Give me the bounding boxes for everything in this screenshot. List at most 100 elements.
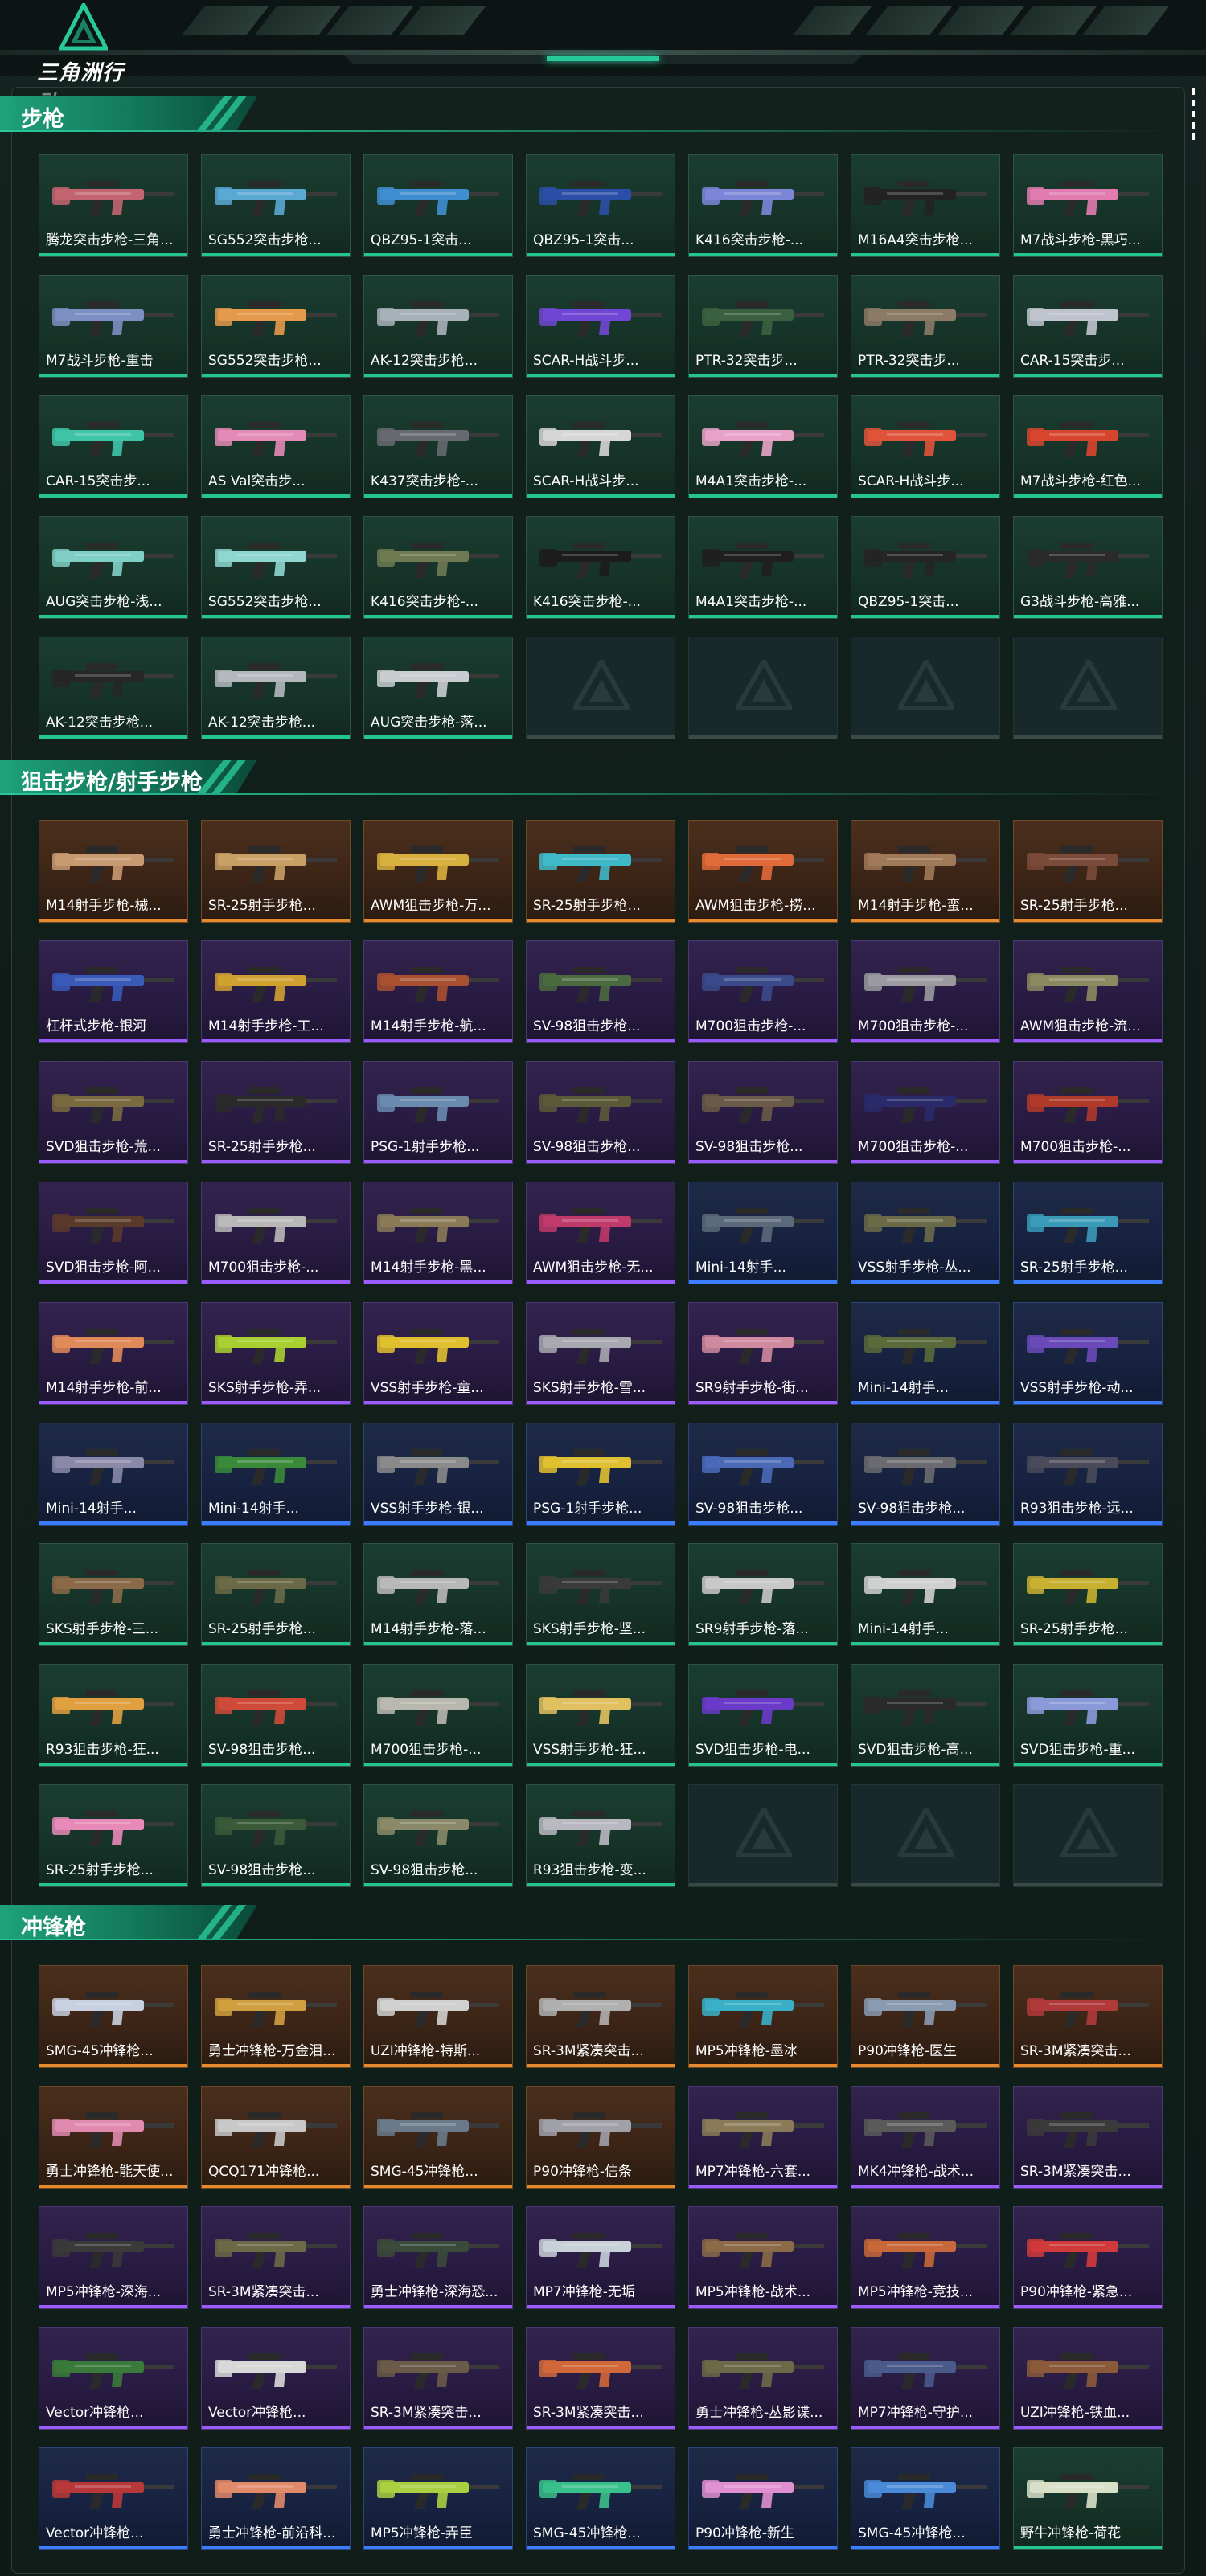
weapon-card[interactable]: CAR-15突击步...	[39, 395, 188, 498]
weapon-card[interactable]: SMG-45冲锋枪...	[363, 2086, 513, 2189]
weapon-card[interactable]: MP5冲锋枪-竞技...	[851, 2206, 1000, 2309]
weapon-card[interactable]: VSS射手步枪-丛...	[851, 1182, 1000, 1284]
weapon-card[interactable]: 勇士冲锋枪-前沿科...	[201, 2447, 351, 2550]
weapon-card[interactable]: Mini-14射手...	[851, 1302, 1000, 1405]
weapon-card[interactable]: K416突击步枪-...	[363, 516, 513, 619]
weapon-card[interactable]: Vector冲锋枪...	[39, 2447, 188, 2550]
weapon-card[interactable]: M14射手步枪-械...	[39, 820, 188, 923]
weapon-card[interactable]: PSG-1射手步枪...	[363, 1061, 513, 1164]
weapon-card[interactable]: M14射手步枪-落...	[363, 1543, 513, 1646]
weapon-card[interactable]: AK-12突击步枪...	[39, 637, 188, 739]
weapon-card[interactable]: M14射手步枪-前...	[39, 1302, 188, 1405]
weapon-card[interactable]: Mini-14射手...	[39, 1423, 188, 1526]
weapon-card[interactable]: MK4冲锋枪-战术...	[851, 2086, 1000, 2189]
weapon-card[interactable]: 勇士冲锋枪-深海恐...	[363, 2206, 513, 2309]
weapon-card[interactable]: 勇士冲锋枪-能天使...	[39, 2086, 188, 2189]
weapon-card[interactable]: P90冲锋枪-医生	[851, 1965, 1000, 2068]
weapon-card[interactable]: SVD狙击步枪-高...	[851, 1664, 1000, 1767]
weapon-card[interactable]: PTR-32突击步...	[851, 275, 1000, 378]
scroll-indicator[interactable]	[1192, 88, 1195, 145]
weapon-card[interactable]: R93狙击步枪-变...	[526, 1784, 675, 1887]
weapon-card[interactable]: SR-25射手步枪...	[201, 1543, 351, 1646]
weapon-card[interactable]: SR-25射手步枪...	[526, 820, 675, 923]
weapon-card[interactable]: M14射手步枪-航...	[363, 940, 513, 1043]
weapon-card[interactable]: M14射手步枪-黑...	[363, 1182, 513, 1284]
weapon-card[interactable]: Vector冲锋枪...	[39, 2327, 188, 2430]
weapon-card[interactable]: M700狙击步枪-...	[688, 940, 838, 1043]
weapon-card[interactable]: M7战斗步枪-红色...	[1013, 395, 1163, 498]
weapon-card[interactable]: UZI冲锋枪-铁血...	[1013, 2327, 1163, 2430]
weapon-card[interactable]: UZI冲锋枪-特斯...	[363, 1965, 513, 2068]
weapon-card[interactable]: SV-98狙击步枪...	[201, 1784, 351, 1887]
weapon-card[interactable]: VSS射手步枪-狂...	[526, 1664, 675, 1767]
weapon-card[interactable]: SR-25射手步枪...	[1013, 1182, 1163, 1284]
game-logo[interactable]: 三角洲行动	[32, 3, 145, 115]
weapon-card[interactable]: K416突击步枪-...	[526, 516, 675, 619]
weapon-card[interactable]: AUG突击步枪-浅...	[39, 516, 188, 619]
weapon-card[interactable]: P90冲锋枪-紧急...	[1013, 2206, 1163, 2309]
weapon-card[interactable]: Vector冲锋枪...	[201, 2327, 351, 2430]
weapon-card[interactable]: SV-98狙击步枪...	[688, 1423, 838, 1526]
weapon-card[interactable]: QCQ171冲锋枪...	[201, 2086, 351, 2189]
weapon-card[interactable]: M700狙击步枪-...	[851, 1061, 1000, 1164]
weapon-card[interactable]: SR-25射手步枪...	[39, 1784, 188, 1887]
weapon-card[interactable]: SR-25射手步枪...	[1013, 1543, 1163, 1646]
weapon-card[interactable]: M7战斗步枪-黑巧...	[1013, 154, 1163, 257]
weapon-card[interactable]: P90冲锋枪-信条	[526, 2086, 675, 2189]
weapon-card[interactable]: MP5冲锋枪-弄臣	[363, 2447, 513, 2550]
weapon-card[interactable]: SV-98狙击步枪...	[851, 1423, 1000, 1526]
weapon-card[interactable]: G3战斗步枪-高雅...	[1013, 516, 1163, 619]
weapon-card[interactable]: R93狙击步枪-狂...	[39, 1664, 188, 1767]
weapon-card[interactable]: 勇士冲锋枪-万金泪...	[201, 1965, 351, 2068]
weapon-card[interactable]: M4A1突击步枪-...	[688, 516, 838, 619]
weapon-card[interactable]: 野牛冲锋枪-荷花	[1013, 2447, 1163, 2550]
weapon-card[interactable]: SVD狙击步枪-阿...	[39, 1182, 188, 1284]
weapon-card[interactable]: SV-98狙击步枪...	[201, 1664, 351, 1767]
weapon-card[interactable]: MP7冲锋枪-守护...	[851, 2327, 1000, 2430]
weapon-card[interactable]: PSG-1射手步枪...	[526, 1423, 675, 1526]
weapon-card[interactable]: SCAR-H战斗步...	[526, 275, 675, 378]
weapon-card[interactable]: SVD狙击步枪-电...	[688, 1664, 838, 1767]
weapon-card[interactable]: SR-3M紧凑突击...	[1013, 2086, 1163, 2189]
weapon-card[interactable]: SR-3M紧凑突击...	[363, 2327, 513, 2430]
weapon-card[interactable]: R93狙击步枪-远...	[1013, 1423, 1163, 1526]
weapon-card[interactable]: MP5冲锋枪-深海...	[39, 2206, 188, 2309]
weapon-card[interactable]: VSS射手步枪-童...	[363, 1302, 513, 1405]
weapon-card[interactable]: M700狙击步枪-...	[363, 1664, 513, 1767]
weapon-card[interactable]: Mini-14射手...	[851, 1543, 1000, 1646]
weapon-card[interactable]: AWM狙击步枪-无...	[526, 1182, 675, 1284]
weapon-card[interactable]: K437突击步枪-...	[363, 395, 513, 498]
weapon-card[interactable]: QBZ95-1突击...	[851, 516, 1000, 619]
weapon-card[interactable]: AWM狙击步枪-捞...	[688, 820, 838, 923]
weapon-card[interactable]: AWM狙击步枪-流...	[1013, 940, 1163, 1043]
weapon-card[interactable]: SV-98狙击步枪...	[526, 1061, 675, 1164]
weapon-card[interactable]: SR-25射手步枪...	[201, 1061, 351, 1164]
weapon-card[interactable]: Mini-14射手...	[201, 1423, 351, 1526]
weapon-card[interactable]: SKS射手步枪-坚...	[526, 1543, 675, 1646]
weapon-card[interactable]: M7战斗步枪-重击	[39, 275, 188, 378]
weapon-card[interactable]: SR-3M紧凑突击...	[1013, 1965, 1163, 2068]
weapon-card[interactable]: AWM狙击步枪-万...	[363, 820, 513, 923]
weapon-card[interactable]: 腾龙突击步枪-三角...	[39, 154, 188, 257]
weapon-card[interactable]: AK-12突击步枪...	[201, 637, 351, 739]
weapon-card[interactable]: SKS射手步枪-雪...	[526, 1302, 675, 1405]
weapon-card[interactable]: MP7冲锋枪-六套...	[688, 2086, 838, 2189]
weapon-card[interactable]: QBZ95-1突击...	[526, 154, 675, 257]
weapon-card[interactable]: SMG-45冲锋枪...	[39, 1965, 188, 2068]
weapon-card[interactable]: 勇士冲锋枪-丛影谍...	[688, 2327, 838, 2430]
weapon-card[interactable]: SV-98狙击步枪...	[363, 1784, 513, 1887]
weapon-card[interactable]: AK-12突击步枪...	[363, 275, 513, 378]
weapon-card[interactable]: MP7冲锋枪-无垢	[526, 2206, 675, 2309]
weapon-card[interactable]: VSS射手步枪-动...	[1013, 1302, 1163, 1405]
weapon-card[interactable]: SCAR-H战斗步...	[851, 395, 1000, 498]
weapon-card[interactable]: M700狙击步枪-...	[201, 1182, 351, 1284]
weapon-card[interactable]: SR-3M紧凑突击...	[201, 2206, 351, 2309]
weapon-card[interactable]: SMG-45冲锋枪...	[526, 2447, 675, 2550]
weapon-card[interactable]: SKS射手步枪-弄...	[201, 1302, 351, 1405]
weapon-card[interactable]: K416突击步枪-...	[688, 154, 838, 257]
weapon-card[interactable]: SKS射手步枪-三...	[39, 1543, 188, 1646]
weapon-card[interactable]: SR-25射手步枪...	[201, 820, 351, 923]
weapon-card[interactable]: 杠杆式步枪-银河	[39, 940, 188, 1043]
weapon-card[interactable]: AUG突击步枪-落...	[363, 637, 513, 739]
weapon-card[interactable]: M700狙击步枪-...	[851, 940, 1000, 1043]
